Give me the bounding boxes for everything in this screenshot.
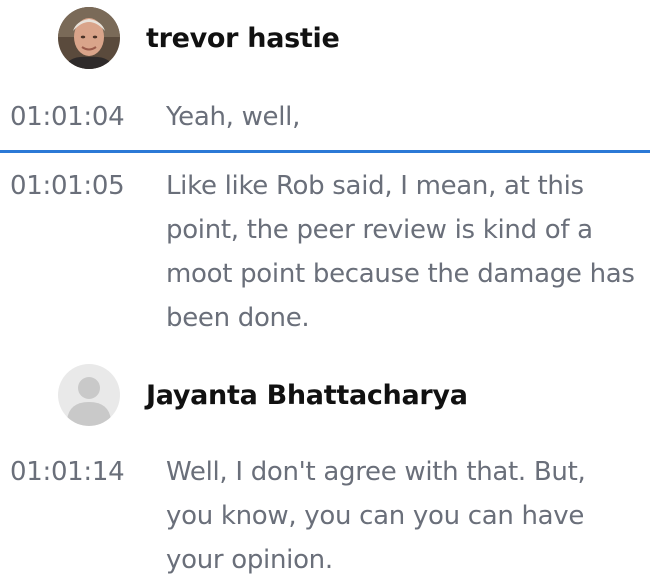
timestamp[interactable]: 01:01:05	[10, 164, 125, 208]
speaker-name: trevor hastie	[146, 22, 340, 54]
default-user-avatar-icon[interactable]	[58, 364, 120, 426]
transcript-text: Like like Rob said, I mean, at this poin…	[166, 171, 635, 333]
speaker-header-jayanta-bhattacharya[interactable]: Jayanta Bhattacharya	[58, 364, 468, 426]
timestamp[interactable]: 01:01:14	[10, 450, 125, 494]
speaker-name: Jayanta Bhattacharya	[146, 379, 468, 411]
transcript-panel: trevor hastie 01:01:04 Yeah, well, 01:01…	[0, 0, 650, 588]
transcript-text: Yeah, well,	[166, 102, 301, 132]
timestamp[interactable]: 01:01:04	[10, 95, 125, 139]
speaker-header-trevor-hastie[interactable]: trevor hastie	[58, 7, 340, 69]
user-photo-avatar[interactable]	[58, 7, 120, 69]
transcript-text: Well, I don't agree with that. But, you …	[166, 457, 586, 575]
current-position-divider	[0, 150, 650, 153]
